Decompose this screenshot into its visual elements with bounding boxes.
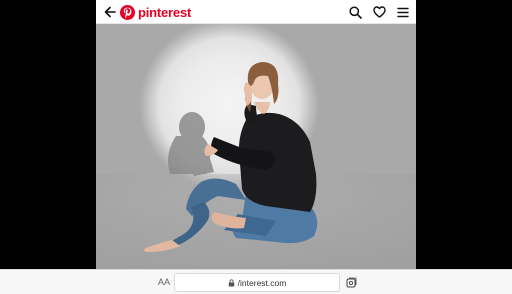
search-button[interactable] — [346, 3, 364, 21]
lock-icon — [228, 278, 234, 286]
menu-button[interactable] — [394, 3, 412, 21]
back-button[interactable] — [101, 3, 119, 21]
tabs-icon — [346, 277, 356, 287]
woman-seated-portrait — [96, 62, 416, 269]
pinterest-logo-icon — [120, 4, 135, 20]
browser-toolbar: AA /interest.com — [0, 269, 512, 294]
search-icon — [348, 5, 362, 19]
back-arrow-icon — [104, 6, 116, 18]
pin-photo[interactable] — [96, 24, 416, 269]
pinterest-brand[interactable]: pinterest — [120, 3, 191, 21]
address-bar[interactable]: /interest.com — [174, 273, 340, 292]
brand-name: pinterest — [138, 4, 192, 20]
text-size-button[interactable]: AA — [156, 275, 172, 289]
wall-shadow — [168, 112, 214, 176]
favorite-button[interactable] — [370, 3, 388, 21]
top-bar: pinterest — [96, 0, 416, 24]
text-size-icon: AA — [157, 277, 170, 287]
url-text: /interest.com — [237, 277, 287, 288]
tabs-button[interactable] — [344, 275, 358, 289]
heart-icon — [372, 6, 386, 18]
menu-icon — [397, 7, 409, 17]
phone-viewport: pinterest — [96, 0, 416, 293]
